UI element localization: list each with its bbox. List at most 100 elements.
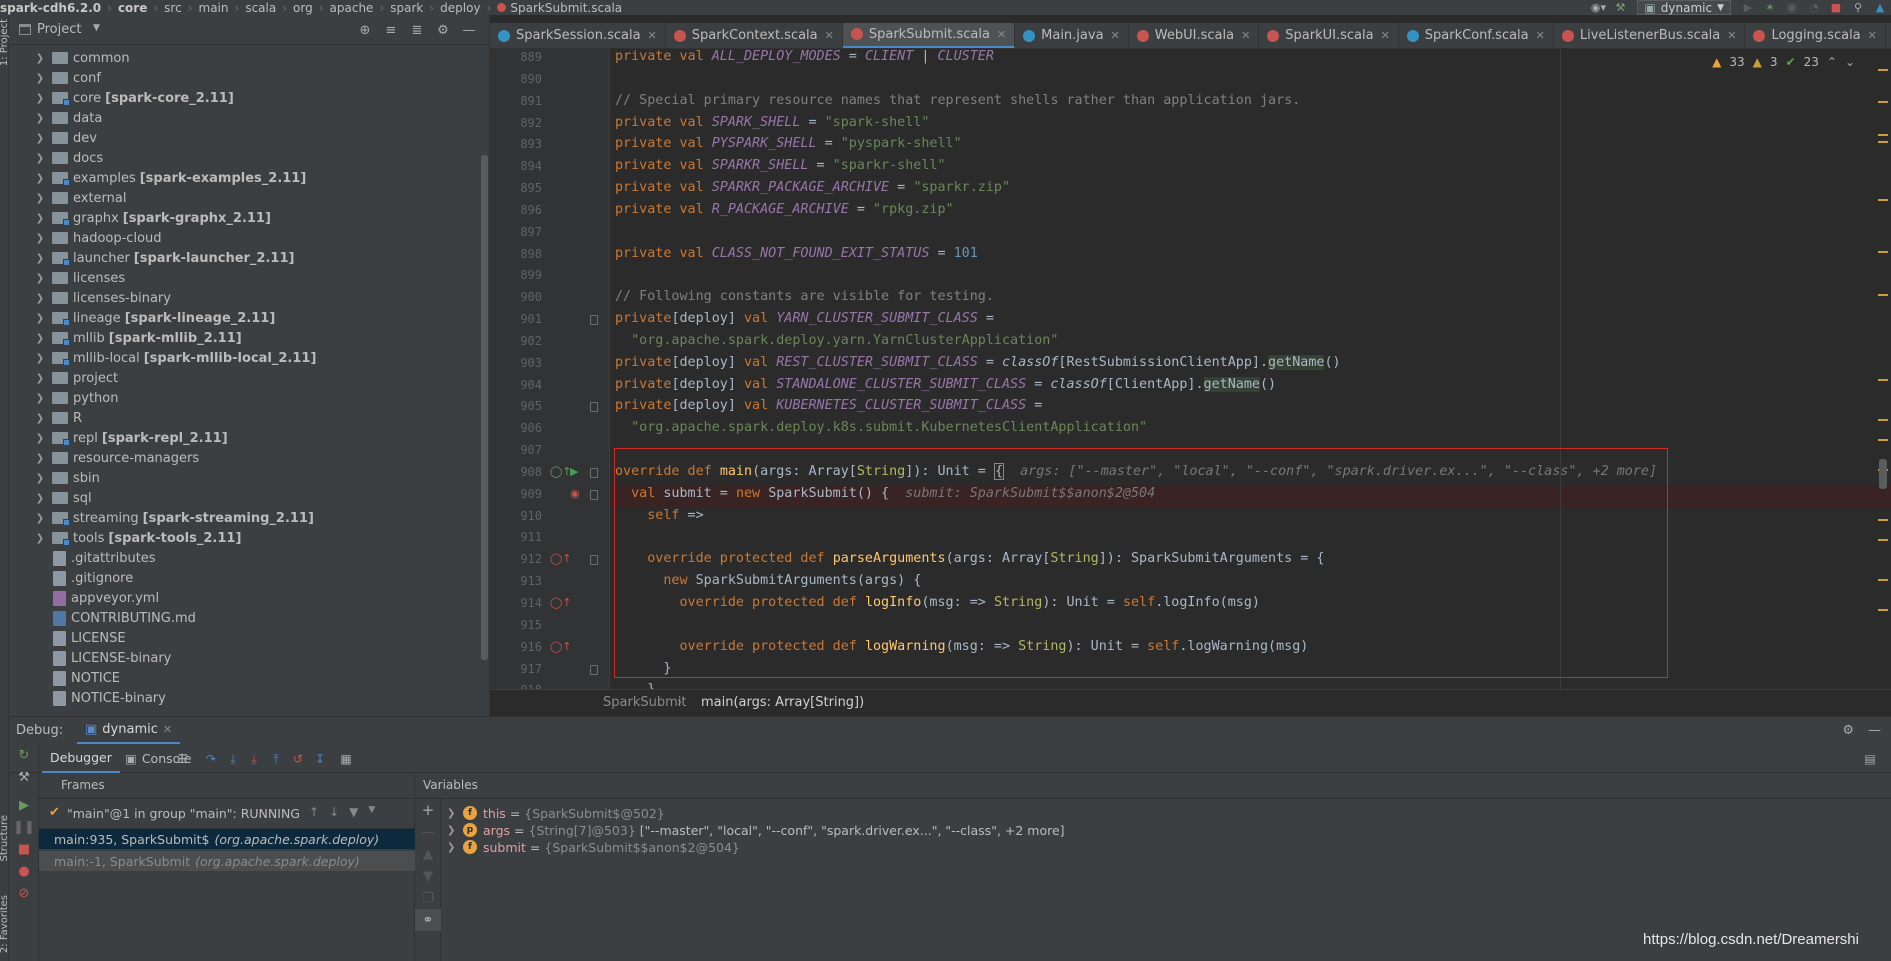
chevron-right-icon[interactable]: ❯ <box>33 168 47 188</box>
editor-tab[interactable]: Logging.scala ✕ <box>1745 23 1886 48</box>
inspection-widget[interactable]: ▲ 33 ▲ 3 ✔ 23 ⌃ ⌄ <box>1712 55 1855 69</box>
profile-icon[interactable]: ◔ <box>1803 0 1825 15</box>
fold-icon[interactable] <box>590 555 598 566</box>
code-line[interactable]: private val CLASS_NOT_FOUND_EXIT_STATUS … <box>615 243 978 265</box>
editor-tab[interactable]: SparkUI.scala ✕ <box>1259 23 1399 48</box>
step-out-icon[interactable]: ⤒ <box>267 750 285 768</box>
run-icon[interactable]: ▶ <box>1737 0 1759 15</box>
chevron-up-icon[interactable]: ⌃ <box>1827 55 1837 69</box>
warning-stripe-mark[interactable] <box>1878 539 1888 541</box>
breadcrumb-item[interactable]: core <box>118 1 147 15</box>
close-icon[interactable]: ✕ <box>163 723 172 736</box>
tree-item[interactable]: appveyor.yml <box>9 588 481 608</box>
breadcrumb-item[interactable]: scala <box>245 1 276 15</box>
debug-session-tab[interactable]: ▣ dynamic ✕ <box>77 717 181 744</box>
tree-item[interactable]: ❯ launcher [spark-launcher_2.11] <box>9 248 481 268</box>
editor-tab[interactable]: SparkContext.scala ✕ <box>666 23 843 48</box>
warning-stripe-mark[interactable] <box>1878 134 1888 136</box>
gear-icon[interactable]: ⚙ <box>434 21 452 39</box>
user-icon[interactable]: ◉▾ <box>1587 0 1609 15</box>
chevron-down-icon[interactable]: ⌄ <box>1845 55 1855 69</box>
tree-item[interactable]: ❯ common <box>9 48 481 68</box>
project-scrollbar[interactable] <box>481 155 488 660</box>
tree-item[interactable]: ❯ sql <box>9 488 481 508</box>
collapse-all-icon[interactable]: ≣ <box>408 21 426 39</box>
chevron-right-icon[interactable]: ❯ <box>447 842 459 853</box>
gear-icon[interactable]: ⚙ <box>1842 723 1854 738</box>
chevron-right-icon[interactable]: ❯ <box>33 48 47 68</box>
code-line[interactable]: // Following constants are visible for t… <box>615 286 994 308</box>
code-line[interactable]: private val R_PACKAGE_ARCHIVE = "rpkg.zi… <box>615 199 954 221</box>
chevron-right-icon[interactable]: ❯ <box>33 148 47 168</box>
breadcrumb-item[interactable]: spark-cdh6.2.0 <box>0 1 101 15</box>
tree-item[interactable]: ❯ sbin <box>9 468 481 488</box>
build-icon[interactable]: ⚒ <box>1609 0 1631 15</box>
layout-icon[interactable]: ▤ <box>1861 750 1879 768</box>
move-up-icon[interactable]: ▲ <box>415 843 441 865</box>
editor-tab[interactable]: SparkSubmit.scala ✕ <box>842 23 1016 48</box>
chevron-right-icon[interactable]: ❯ <box>33 248 47 268</box>
tab-debugger[interactable]: Debugger <box>42 744 120 773</box>
tree-item[interactable]: ❯ streaming [spark-streaming_2.11] <box>9 508 481 528</box>
menu-icon[interactable]: ☰ <box>174 750 192 768</box>
hide-icon[interactable]: — <box>1868 723 1881 738</box>
chevron-right-icon[interactable]: ❯ <box>33 108 47 128</box>
code-line[interactable]: } <box>615 679 655 689</box>
close-icon[interactable]: ✕ <box>1241 29 1250 42</box>
breadcrumb-item[interactable]: deploy <box>440 1 480 15</box>
warning-stripe-mark[interactable] <box>1878 379 1888 381</box>
chevron-right-icon[interactable]: ❯ <box>33 88 47 108</box>
code-line[interactable]: private[deploy] val YARN_CLUSTER_SUBMIT_… <box>615 308 994 330</box>
close-icon[interactable]: ✕ <box>825 29 834 42</box>
coverage-icon[interactable]: ▣ <box>1781 0 1803 15</box>
breakpoint-icon[interactable]: ◉ <box>570 487 580 500</box>
code-line[interactable]: private val SPARK_SHELL = "spark-shell" <box>615 112 929 134</box>
code-line[interactable]: "org.apache.spark.deploy.k8s.submit.Kube… <box>615 417 1147 439</box>
warning-stripe-mark[interactable] <box>1878 101 1888 103</box>
editor-tab[interactable]: LiveListenerBus.scala ✕ <box>1554 23 1746 48</box>
tree-item[interactable]: ❯ hadoop-cloud <box>9 228 481 248</box>
chevron-right-icon[interactable]: ❯ <box>33 208 47 228</box>
tree-item[interactable]: ❯ project <box>9 368 481 388</box>
editor-scrollbar[interactable] <box>1879 459 1887 489</box>
tree-item[interactable]: .gitignore <box>9 568 481 588</box>
tree-item[interactable]: ❯ resource-managers <box>9 448 481 468</box>
override-marker-icon[interactable]: ◯↑ <box>550 596 572 609</box>
chevron-right-icon[interactable]: ❯ <box>33 368 47 388</box>
editor-tab[interactable]: Main.java ✕ <box>1015 23 1129 48</box>
chevron-right-icon[interactable]: ❯ <box>447 825 459 836</box>
error-stripe[interactable] <box>1875 49 1891 689</box>
chevron-right-icon[interactable]: ❯ <box>33 388 47 408</box>
tree-item[interactable]: ❯ docs <box>9 148 481 168</box>
chevron-down-icon[interactable]: ▼ <box>368 805 375 819</box>
rerun-icon[interactable]: ↻ <box>9 744 39 766</box>
tree-item[interactable]: ❯ examples [spark-examples_2.11] <box>9 168 481 188</box>
tree-item[interactable]: ❯ lineage [spark-lineage_2.11] <box>9 308 481 328</box>
code-line[interactable]: private val ALL_DEPLOY_MODES = CLIENT | … <box>615 49 994 68</box>
tree-item[interactable]: ❯ licenses-binary <box>9 288 481 308</box>
override-marker-icon[interactable]: ◯↑ <box>550 465 572 478</box>
stack-frame[interactable]: main:-1, SparkSubmit (org.apache.spark.de… <box>39 851 415 871</box>
tree-item[interactable]: ❯ conf <box>9 68 481 88</box>
tree-item[interactable]: NOTICE <box>9 668 481 688</box>
minus-icon[interactable]: — <box>415 821 441 843</box>
warning-stripe-mark[interactable] <box>1878 69 1888 71</box>
chevron-right-icon[interactable]: ❯ <box>33 288 47 308</box>
code-line[interactable]: private[deploy] val REST_CLUSTER_SUBMIT_… <box>615 352 1341 374</box>
breadcrumb-item[interactable]: org <box>293 1 313 15</box>
debug-icon[interactable]: ✶ <box>1759 0 1781 15</box>
locate-icon[interactable]: ⊕ <box>356 21 374 39</box>
code-line[interactable]: // Special primary resource names that r… <box>615 90 1300 112</box>
stop-icon[interactable]: ■ <box>1825 0 1847 15</box>
view-breakpoints-icon[interactable]: ● <box>9 860 39 882</box>
evaluate-expression-icon[interactable]: ▦ <box>337 750 355 768</box>
chevron-right-icon[interactable]: ❯ <box>33 488 47 508</box>
code-line[interactable]: private[deploy] val STANDALONE_CLUSTER_S… <box>615 374 1276 396</box>
resume-icon[interactable]: ▶ <box>9 794 39 816</box>
editor-tab[interactable]: SparkSQLC <box>1886 23 1891 48</box>
step-into-icon[interactable]: ⤓ <box>224 750 242 768</box>
warning-stripe-mark[interactable] <box>1878 439 1888 441</box>
close-icon[interactable]: ✕ <box>1536 29 1545 42</box>
breadcrumb-item[interactable]: main <box>199 1 229 15</box>
fold-icon[interactable] <box>590 315 598 326</box>
